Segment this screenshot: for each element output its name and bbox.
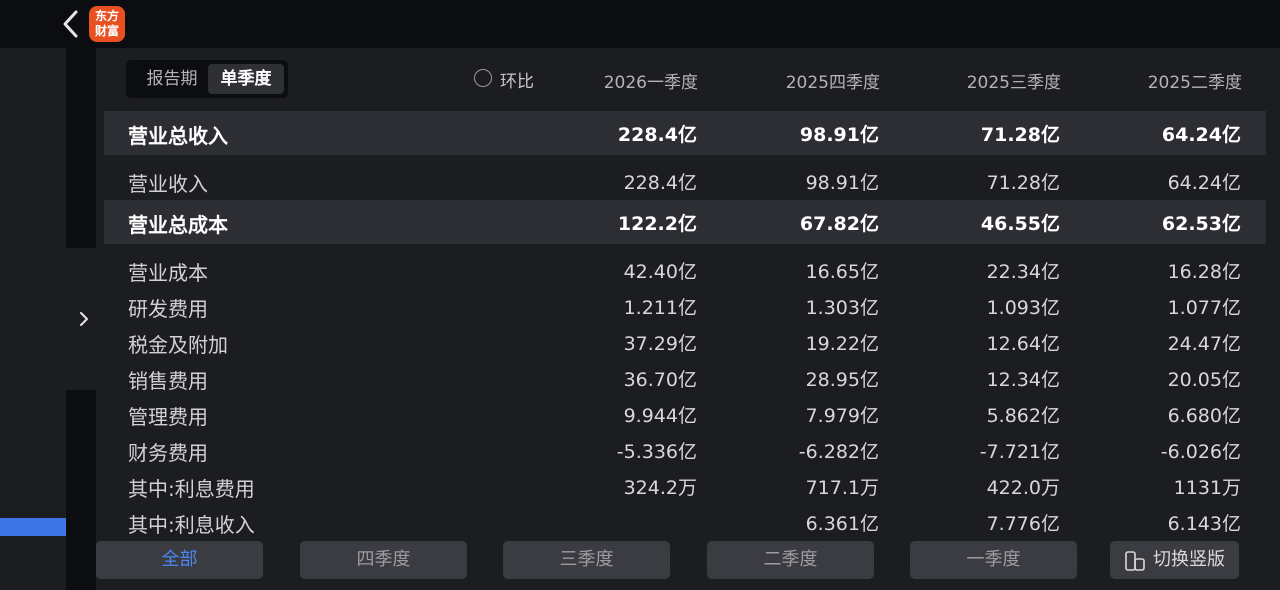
table-row[interactable]: 税金及附加 37.29亿 19.22亿 12.64亿 24.47亿 bbox=[104, 325, 1266, 359]
chevron-left-icon[interactable] bbox=[56, 8, 86, 40]
left-panel-highlight bbox=[0, 518, 66, 536]
cell-value: 7.979亿 bbox=[805, 405, 879, 427]
cell-value: 422.0万 bbox=[986, 477, 1060, 499]
cell-value: 9.944亿 bbox=[623, 405, 697, 427]
period-segment-control: 报告期 单季度 bbox=[126, 60, 288, 98]
segment-report-period[interactable]: 报告期 bbox=[132, 64, 212, 94]
table-row[interactable]: 营业总收入 228.4亿 98.91亿 71.28亿 64.24亿 bbox=[104, 111, 1266, 155]
cell-value: 37.29亿 bbox=[623, 333, 697, 355]
cell-value: 6.361亿 bbox=[805, 513, 879, 535]
cell-value: 98.91亿 bbox=[799, 124, 879, 146]
column-header: 2026一季度 bbox=[603, 73, 698, 93]
tab-q2[interactable]: 二季度 bbox=[707, 541, 874, 579]
row-label: 营业总成本 bbox=[128, 213, 228, 237]
cell-value: 64.24亿 bbox=[1161, 124, 1241, 146]
cell-value: 46.55亿 bbox=[980, 213, 1060, 235]
row-label: 营业收入 bbox=[128, 172, 208, 196]
row-label: 管理费用 bbox=[128, 405, 208, 429]
logo-text-line1: 东方 bbox=[94, 9, 119, 23]
cell-value: -5.336亿 bbox=[616, 441, 697, 463]
logo-text-line2: 财富 bbox=[94, 24, 119, 38]
cell-value: 1.211亿 bbox=[623, 297, 697, 319]
cell-value: 36.70亿 bbox=[623, 369, 697, 391]
cell-value: 22.34亿 bbox=[986, 261, 1060, 283]
cell-value: 6.680亿 bbox=[1167, 405, 1241, 427]
top-bar: 东方 财富 bbox=[0, 0, 1280, 48]
table-row[interactable]: 研发费用 1.211亿 1.303亿 1.093亿 1.077亿 bbox=[104, 289, 1266, 323]
cell-value: 12.64亿 bbox=[986, 333, 1060, 355]
cell-value: 1.303亿 bbox=[805, 297, 879, 319]
cell-value: 6.143亿 bbox=[1167, 513, 1241, 535]
cell-value: 16.28亿 bbox=[1167, 261, 1241, 283]
app-logo: 东方 财富 bbox=[89, 6, 125, 42]
cell-value: 71.28亿 bbox=[986, 172, 1060, 194]
switch-orientation-label: 切换竖版 bbox=[1153, 549, 1225, 570]
table-row[interactable]: 财务费用 -5.336亿 -6.282亿 -7.721亿 -6.026亿 bbox=[104, 433, 1266, 467]
row-label: 销售费用 bbox=[128, 369, 208, 393]
table-row[interactable]: 营业成本 42.40亿 16.65亿 22.34亿 16.28亿 bbox=[104, 253, 1266, 287]
cell-value: -6.026亿 bbox=[1160, 441, 1241, 463]
row-label: 研发费用 bbox=[128, 297, 208, 321]
cell-value: 228.4亿 bbox=[617, 124, 697, 146]
cell-value: 324.2万 bbox=[623, 477, 697, 499]
column-header: 2025三季度 bbox=[966, 73, 1061, 93]
cell-value: 62.53亿 bbox=[1161, 213, 1241, 235]
cell-value: 122.2亿 bbox=[617, 213, 697, 235]
cell-value: 20.05亿 bbox=[1167, 369, 1241, 391]
cell-value: 7.776亿 bbox=[986, 513, 1060, 535]
column-header: 2025二季度 bbox=[1147, 73, 1242, 93]
cell-value: 71.28亿 bbox=[980, 124, 1060, 146]
cell-value: 24.47亿 bbox=[1167, 333, 1241, 355]
cell-value: 717.1万 bbox=[805, 477, 879, 499]
switch-orientation-button[interactable]: 切换竖版 bbox=[1110, 541, 1239, 579]
cell-value: 16.65亿 bbox=[805, 261, 879, 283]
cell-value: 19.22亿 bbox=[805, 333, 879, 355]
table-row[interactable]: 管理费用 9.944亿 7.979亿 5.862亿 6.680亿 bbox=[104, 397, 1266, 431]
table-row[interactable]: 其中:利息收入 6.361亿 7.776亿 6.143亿 bbox=[104, 505, 1266, 539]
compare-label[interactable]: 环比 bbox=[500, 67, 534, 92]
cell-value: -7.721亿 bbox=[979, 441, 1060, 463]
cell-value: 1.077亿 bbox=[1167, 297, 1241, 319]
cell-value: 98.91亿 bbox=[805, 172, 879, 194]
compare-radio[interactable] bbox=[474, 69, 492, 87]
cell-value: -6.282亿 bbox=[798, 441, 879, 463]
switch-orientation-icon bbox=[1125, 551, 1145, 571]
table-row[interactable]: 营业总成本 122.2亿 67.82亿 46.55亿 62.53亿 bbox=[104, 200, 1266, 244]
row-label: 其中:利息收入 bbox=[128, 513, 255, 537]
row-label: 财务费用 bbox=[128, 441, 208, 465]
row-label: 税金及附加 bbox=[128, 333, 228, 357]
cell-value: 12.34亿 bbox=[986, 369, 1060, 391]
tab-q4[interactable]: 四季度 bbox=[300, 541, 467, 579]
left-panel bbox=[0, 48, 66, 590]
row-label: 其中:利息费用 bbox=[128, 477, 255, 501]
cell-value: 28.95亿 bbox=[805, 369, 879, 391]
cell-value: 64.24亿 bbox=[1167, 172, 1241, 194]
cell-value: 42.40亿 bbox=[623, 261, 697, 283]
table-row[interactable]: 销售费用 36.70亿 28.95亿 12.34亿 20.05亿 bbox=[104, 361, 1266, 395]
column-header: 2025四季度 bbox=[785, 73, 880, 93]
tab-all[interactable]: 全部 bbox=[96, 541, 263, 579]
cell-value: 1.093亿 bbox=[986, 297, 1060, 319]
row-label: 营业总收入 bbox=[128, 124, 228, 148]
cell-value: 67.82亿 bbox=[799, 213, 879, 235]
segment-single-quarter[interactable]: 单季度 bbox=[208, 64, 284, 94]
tab-q3[interactable]: 三季度 bbox=[503, 541, 670, 579]
tab-q1[interactable]: 一季度 bbox=[910, 541, 1077, 579]
row-label: 营业成本 bbox=[128, 261, 208, 285]
chevron-right-icon[interactable] bbox=[74, 308, 94, 330]
table-row[interactable]: 营业收入 228.4亿 98.91亿 71.28亿 64.24亿 bbox=[104, 164, 1266, 198]
cell-value: 1131万 bbox=[1173, 477, 1241, 499]
table-row[interactable]: 其中:利息费用 324.2万 717.1万 422.0万 1131万 bbox=[104, 469, 1266, 503]
cell-value: 228.4亿 bbox=[623, 172, 697, 194]
cell-value: 5.862亿 bbox=[986, 405, 1060, 427]
